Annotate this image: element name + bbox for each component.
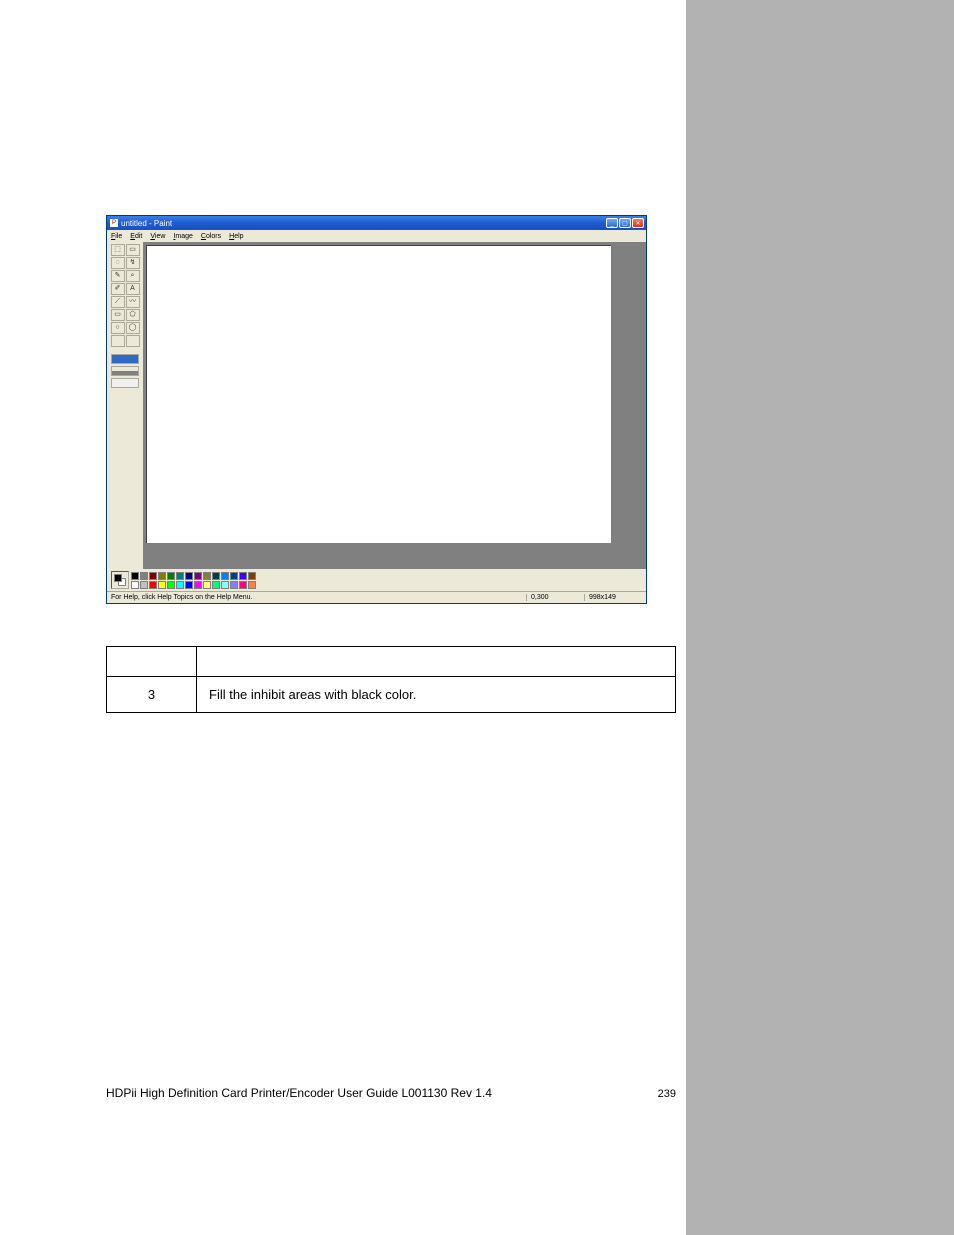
color-swatch[interactable] — [203, 572, 211, 580]
color-swatch[interactable] — [221, 581, 229, 589]
maximize-button[interactable]: ▢ — [619, 218, 631, 228]
footer-page-number: 239 — [658, 1088, 676, 1100]
tool-button-8[interactable]: ⟋ — [111, 296, 125, 308]
canvas[interactable] — [146, 245, 611, 543]
table-row: 3 Fill the inhibit areas with black colo… — [107, 677, 676, 713]
blank-cell — [197, 647, 676, 677]
menu-edit[interactable]: Edit — [130, 233, 142, 240]
color-swatch[interactable] — [230, 581, 238, 589]
color-swatch[interactable] — [230, 572, 238, 580]
tool-button-12[interactable]: ○ — [111, 322, 125, 334]
color-swatch[interactable] — [167, 581, 175, 589]
paint-titlebar[interactable]: P untitled - Paint _ ▢ ✕ — [107, 216, 646, 230]
color-swatch[interactable] — [176, 572, 184, 580]
instruction-table: 3 Fill the inhibit areas with black colo… — [106, 646, 676, 713]
menu-view[interactable]: View — [150, 233, 165, 240]
color-swatch[interactable] — [203, 581, 211, 589]
color-swatch[interactable] — [212, 572, 220, 580]
color-swatch[interactable] — [239, 581, 247, 589]
tool-button-10[interactable]: ▭ — [111, 309, 125, 321]
color-swatch[interactable] — [131, 581, 139, 589]
tool-grid: ⬚▭◌↯✎⌕✐A⟋〰▭⬠○◯ — [111, 244, 140, 347]
footer-doc-title: HDPii High Definition Card Printer/Encod… — [106, 1086, 492, 1100]
status-pos: 0,300 — [526, 594, 584, 601]
color-swatch[interactable] — [239, 572, 247, 580]
color-swatch[interactable] — [140, 572, 148, 580]
color-swatch[interactable] — [140, 581, 148, 589]
status-bar: For Help, click Help Topics on the Help … — [107, 591, 646, 603]
close-button[interactable]: ✕ — [632, 218, 644, 228]
menu-colors[interactable]: Colors — [201, 233, 221, 240]
step-number: 3 — [107, 677, 197, 713]
color-swatch[interactable] — [194, 581, 202, 589]
paint-window: P untitled - Paint _ ▢ ✕ File Edit View … — [106, 215, 647, 604]
tool-option-2[interactable] — [111, 366, 139, 376]
color-swatch[interactable] — [131, 572, 139, 580]
page-content: P untitled - Paint _ ▢ ✕ File Edit View … — [0, 0, 686, 1235]
menu-help[interactable]: Help — [229, 233, 243, 240]
tool-option-1[interactable] — [111, 354, 139, 364]
tool-button-9[interactable]: 〰 — [126, 296, 140, 308]
tool-button-0[interactable]: ⬚ — [111, 244, 125, 256]
paint-menubar: File Edit View Image Colors Help — [107, 230, 646, 242]
minimize-button[interactable]: _ — [606, 218, 618, 228]
tool-button-11[interactable]: ⬠ — [126, 309, 140, 321]
color-swatch[interactable] — [221, 572, 229, 580]
toolbox: ⬚▭◌↯✎⌕✐A⟋〰▭⬠○◯ — [107, 242, 143, 569]
color-strip — [107, 569, 646, 591]
color-swatch[interactable] — [185, 581, 193, 589]
blank-cell — [107, 647, 197, 677]
page-footer: HDPii High Definition Card Printer/Encod… — [106, 1086, 676, 1100]
step-description: Fill the inhibit areas with black color. — [197, 677, 676, 713]
color-swatch[interactable] — [158, 572, 166, 580]
menu-image[interactable]: Image — [173, 233, 192, 240]
color-swatch[interactable] — [167, 572, 175, 580]
status-size: 998x149 — [584, 594, 642, 601]
color-palette — [131, 572, 256, 589]
tool-button-13[interactable]: ◯ — [126, 322, 140, 334]
tool-button-2[interactable]: ◌ — [111, 257, 125, 269]
tool-button-3[interactable]: ↯ — [126, 257, 140, 269]
canvas-area — [143, 242, 646, 569]
tool-options — [111, 354, 139, 388]
paint-icon: P — [110, 219, 118, 227]
tool-button-14[interactable] — [111, 335, 125, 347]
color-swatch[interactable] — [176, 581, 184, 589]
tool-button-4[interactable]: ✎ — [111, 270, 125, 282]
foreground-color-icon — [114, 574, 122, 582]
window-title: untitled - Paint — [121, 219, 172, 228]
color-swatch[interactable] — [248, 581, 256, 589]
page-margin-sidebar — [686, 0, 954, 1235]
tool-button-15[interactable] — [126, 335, 140, 347]
status-help-text: For Help, click Help Topics on the Help … — [111, 594, 526, 601]
tool-button-1[interactable]: ▭ — [126, 244, 140, 256]
color-fgbg[interactable] — [111, 571, 129, 589]
color-swatch[interactable] — [194, 572, 202, 580]
table-row — [107, 647, 676, 677]
color-swatch[interactable] — [185, 572, 193, 580]
color-swatch[interactable] — [149, 581, 157, 589]
color-swatch[interactable] — [212, 581, 220, 589]
paint-body: ⬚▭◌↯✎⌕✐A⟋〰▭⬠○◯ — [107, 242, 646, 569]
tool-button-7[interactable]: A — [126, 283, 140, 295]
tool-option-3[interactable] — [111, 378, 139, 388]
tool-button-5[interactable]: ⌕ — [126, 270, 140, 282]
color-swatch[interactable] — [248, 572, 256, 580]
menu-file[interactable]: File — [111, 233, 122, 240]
color-swatch[interactable] — [149, 572, 157, 580]
color-swatch[interactable] — [158, 581, 166, 589]
window-controls: _ ▢ ✕ — [606, 218, 644, 228]
tool-button-6[interactable]: ✐ — [111, 283, 125, 295]
